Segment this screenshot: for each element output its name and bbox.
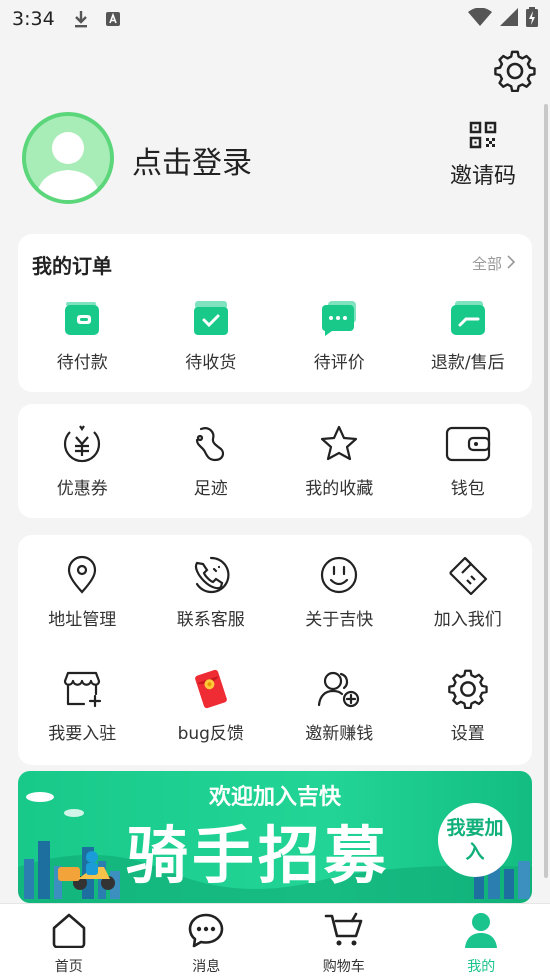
wallet-outline-icon — [445, 424, 491, 464]
customer-service-button[interactable]: 联系客服 — [147, 555, 276, 630]
download-icon — [73, 10, 89, 28]
status-time: 3:34 — [12, 8, 55, 30]
tools-card-1: 优惠券 足迹 我的收藏 钱包 — [18, 404, 532, 518]
phone-icon — [191, 555, 231, 595]
invite-code-button[interactable]: 邀请码 — [438, 120, 528, 190]
about-button[interactable]: 关于吉快 — [275, 555, 404, 630]
order-refund-label: 退款/售后 — [430, 353, 505, 373]
join-us-label: 加入我们 — [433, 610, 502, 630]
customer-service-label: 联系客服 — [176, 610, 245, 630]
tools-card-2: 地址管理 联系客服 关于吉快 加入我们 我要入驻 bug反馈 邀新赚钱 设置 — [18, 535, 532, 765]
settings-button[interactable] — [494, 50, 536, 93]
red-envelope-icon — [191, 669, 231, 709]
invite-earn-button[interactable]: 邀新赚钱 — [275, 669, 404, 744]
merchant-join-button[interactable]: 我要入驻 — [18, 669, 147, 744]
wallet-button[interactable]: 钱包 — [404, 424, 533, 499]
chevron-right-icon — [506, 254, 516, 273]
address-label: 地址管理 — [48, 610, 117, 630]
coupon-label: 优惠券 — [56, 479, 108, 499]
wallet-label: 钱包 — [450, 479, 485, 499]
smile-icon — [319, 555, 359, 595]
banner-headline: 骑手招募 — [126, 819, 391, 892]
tab-cart-label: 购物车 — [322, 959, 365, 975]
tab-messages[interactable]: 消息 — [138, 904, 276, 979]
tab-profile-label: 我的 — [467, 959, 496, 975]
invite-user-icon — [317, 669, 361, 709]
favorites-label: 我的收藏 — [305, 479, 374, 499]
join-us-button[interactable]: 加入我们 — [404, 555, 533, 630]
keyboard-a-icon — [105, 11, 121, 27]
gear-icon — [447, 669, 488, 709]
order-pending-review[interactable]: 待评价 — [275, 298, 404, 373]
bug-feedback-label: bug反馈 — [177, 724, 244, 744]
package-check-icon — [192, 298, 230, 338]
invite-code-label: 邀请码 — [449, 164, 516, 189]
status-bar: 3:34 — [0, 0, 550, 38]
settings-item-label: 设置 — [450, 724, 485, 744]
store-icon — [61, 669, 103, 709]
order-pending-receipt[interactable]: 待收货 — [147, 298, 276, 373]
orders-card: 我的订单 全部 待付款 待收货 待评价 退款/售后 — [18, 234, 532, 392]
invite-earn-label: 邀新赚钱 — [305, 724, 374, 744]
avatar[interactable] — [22, 112, 114, 204]
coupon-icon — [62, 424, 102, 464]
tab-home-label: 首页 — [54, 959, 83, 975]
join-now-button[interactable]: 我要加入 — [438, 803, 512, 877]
cart-icon — [324, 912, 364, 952]
signal-icon — [500, 8, 518, 30]
login-link[interactable]: 点击登录 — [132, 138, 252, 182]
wifi-icon — [468, 7, 492, 30]
orders-all-link[interactable]: 全部 — [472, 253, 516, 274]
order-pending-receipt-label: 待收货 — [185, 353, 237, 373]
order-refund[interactable]: 退款/售后 — [404, 298, 533, 373]
home-icon — [50, 912, 88, 952]
about-label: 关于吉快 — [305, 610, 374, 630]
merchant-join-label: 我要入驻 — [48, 724, 117, 744]
favorites-button[interactable]: 我的收藏 — [275, 424, 404, 499]
message-icon — [187, 912, 225, 952]
tab-cart[interactable]: 购物车 — [275, 904, 413, 979]
gear-icon — [494, 50, 536, 96]
order-pending-review-label: 待评价 — [313, 353, 365, 373]
profile-header: 点击登录 邀请码 — [22, 112, 528, 204]
wallet-icon — [63, 298, 101, 338]
orders-title: 我的订单 — [32, 254, 112, 278]
qr-code-icon — [468, 120, 498, 150]
footprint-button[interactable]: 足迹 — [147, 424, 276, 499]
footprint-icon — [191, 424, 231, 464]
tab-profile[interactable]: 我的 — [413, 904, 550, 979]
location-icon — [62, 555, 102, 595]
tab-home[interactable]: 首页 — [0, 904, 138, 979]
comment-icon — [320, 298, 358, 338]
orders-all-label: 全部 — [471, 255, 502, 273]
order-pending-payment-label: 待付款 — [56, 353, 108, 373]
user-icon — [462, 912, 500, 952]
scrollbar[interactable] — [544, 104, 548, 878]
bug-feedback-button[interactable]: bug反馈 — [147, 669, 276, 744]
tab-messages-label: 消息 — [192, 959, 221, 975]
battery-icon — [526, 7, 538, 31]
order-pending-payment[interactable]: 待付款 — [18, 298, 147, 373]
settings-item-button[interactable]: 设置 — [404, 669, 533, 744]
bottom-tab-bar: 首页 消息 购物车 我的 — [0, 903, 550, 979]
coupon-button[interactable]: 优惠券 — [18, 424, 147, 499]
footprint-label: 足迹 — [193, 479, 228, 499]
rider-recruit-banner[interactable]: 欢迎加入吉快 骑手招募 我要加入 — [18, 771, 532, 903]
star-icon — [319, 424, 359, 464]
address-button[interactable]: 地址管理 — [18, 555, 147, 630]
refund-icon — [449, 298, 487, 338]
handshake-icon — [447, 555, 489, 595]
